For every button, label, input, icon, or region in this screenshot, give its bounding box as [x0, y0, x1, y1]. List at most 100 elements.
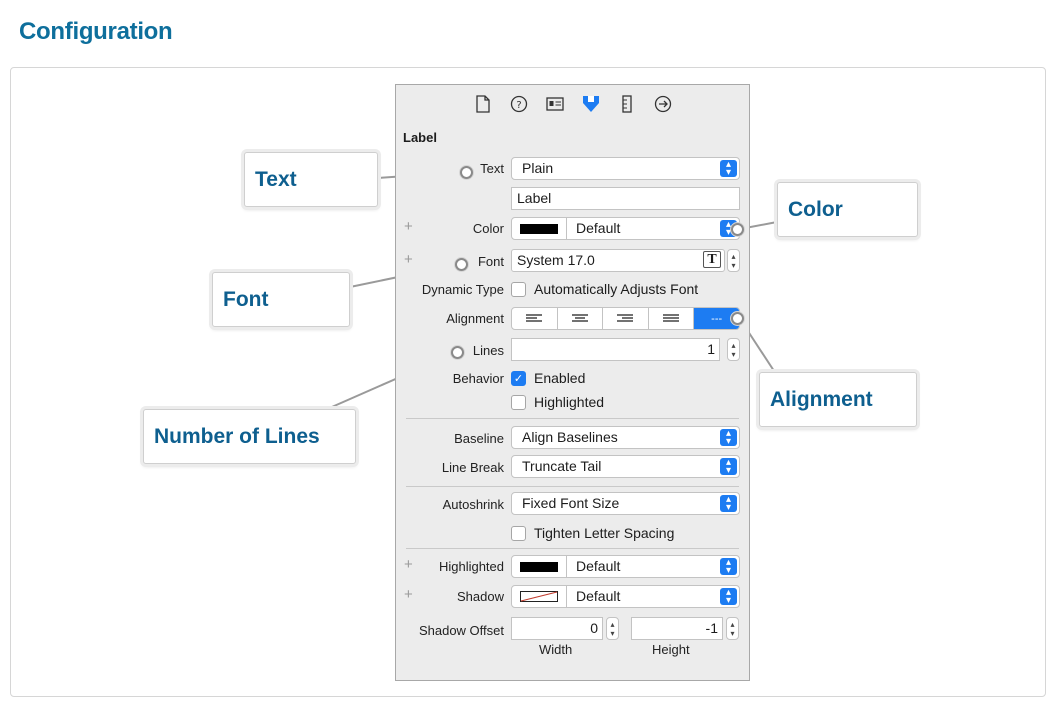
text-content-field[interactable]: Label: [511, 187, 740, 210]
highlighted-color-popup[interactable]: Default ▴ ▾: [511, 555, 740, 578]
inspector-heading: Label: [403, 130, 437, 145]
size-ruler-icon: [621, 95, 632, 113]
font-size-stepper[interactable]: ▴ ▾: [727, 249, 740, 272]
lines-anchor-knob: [451, 346, 464, 359]
align-left-icon: [526, 313, 543, 322]
autoshrink-label: Autoshrink: [442, 497, 504, 512]
tighten-spacing-checkbox[interactable]: [511, 526, 526, 541]
plus-icon[interactable]: +: [404, 556, 413, 573]
auto-adjust-font-label: Automatically Adjusts Font: [534, 281, 699, 297]
chevron-updown-icon: ▴ ▾: [720, 588, 737, 606]
align-right-icon: [617, 313, 634, 322]
width-caption: Width: [539, 642, 573, 657]
chevron-updown-icon: ▴ ▾: [720, 458, 737, 476]
highlighted-color-value: Default: [576, 558, 621, 574]
plus-icon[interactable]: +: [404, 586, 413, 603]
line-break-popup[interactable]: Truncate Tail ▴ ▾: [511, 455, 740, 478]
height-caption: Height: [652, 642, 690, 657]
chevron-updown-icon: ▴ ▾: [720, 429, 737, 447]
alignment-segmented-control: ---: [511, 307, 740, 330]
plus-icon[interactable]: +: [404, 218, 413, 235]
text-label: Text: [480, 161, 504, 176]
callout-text: Text: [244, 152, 378, 207]
enabled-checkbox[interactable]: ✓: [511, 371, 526, 386]
clear-color-swatch-icon: [520, 591, 558, 602]
svg-text:?: ?: [516, 100, 521, 111]
color-value: Default: [576, 220, 621, 236]
callout-alignment: Alignment: [759, 372, 917, 427]
align-center-segment[interactable]: [558, 308, 604, 329]
shadow-label: Shadow: [457, 589, 504, 604]
shadow-offset-label: Shadow Offset: [418, 623, 504, 638]
font-field[interactable]: System 17.0 T: [511, 249, 725, 272]
tab-file-inspector[interactable]: [471, 92, 495, 116]
callout-font: Font: [212, 272, 350, 327]
chevron-updown-icon: ▴ ▾: [720, 558, 737, 576]
dynamic-type-label: Dynamic Type: [421, 282, 504, 297]
tab-attributes-inspector[interactable]: [579, 92, 603, 116]
attributes-icon: [582, 96, 599, 112]
connections-icon: [654, 95, 671, 113]
align-justified-icon: [663, 313, 680, 322]
lines-stepper[interactable]: ▴ ▾: [727, 338, 740, 361]
chevron-updown-icon: ▴ ▾: [720, 160, 737, 178]
alignment-label: Alignment: [446, 311, 504, 326]
align-left-segment[interactable]: [512, 308, 558, 329]
page-title: Configuration: [19, 18, 173, 45]
color-popup[interactable]: Default ▴ ▾: [511, 217, 740, 240]
alignment-anchor-knob: [731, 312, 744, 325]
highlighted-color-label: Highlighted: [438, 559, 504, 574]
shadow-height-field[interactable]: -1: [631, 617, 723, 640]
font-value: System 17.0: [517, 252, 595, 268]
identity-icon: [545, 97, 564, 111]
text-type-popup[interactable]: Plain ▴ ▾: [511, 157, 740, 180]
highlighted-checkbox[interactable]: [511, 395, 526, 410]
color-label: Color: [472, 221, 504, 236]
align-right-segment[interactable]: [603, 308, 649, 329]
divider: [406, 548, 739, 549]
color-anchor-knob: [731, 223, 744, 236]
autoshrink-value: Fixed Font Size: [522, 495, 620, 511]
file-icon: [475, 95, 490, 113]
autoshrink-popup[interactable]: Fixed Font Size ▴ ▾: [511, 492, 740, 515]
tighten-spacing-label: Tighten Letter Spacing: [534, 525, 675, 541]
line-break-value: Truncate Tail: [522, 458, 602, 474]
shadow-color-value: Default: [576, 588, 621, 604]
baseline-label: Baseline: [454, 431, 504, 446]
font-picker-icon[interactable]: T: [703, 251, 721, 268]
highlighted-label: Highlighted: [534, 394, 605, 410]
chevron-updown-icon: ▴ ▾: [720, 495, 737, 513]
lines-field[interactable]: 1: [511, 338, 720, 361]
help-icon: ?: [510, 95, 527, 113]
auto-adjust-font-checkbox[interactable]: [511, 282, 526, 297]
divider: [406, 418, 739, 419]
align-justified-segment[interactable]: [649, 308, 695, 329]
tab-connections-inspector[interactable]: [651, 92, 675, 116]
shadow-color-popup[interactable]: Default ▴ ▾: [511, 585, 740, 608]
color-swatch: [512, 218, 567, 239]
highlighted-swatch: [512, 556, 567, 577]
behavior-label: Behavior: [452, 371, 504, 386]
shadow-swatch: [512, 586, 567, 607]
font-anchor-knob: [455, 258, 468, 271]
attributes-inspector: ? Label Text Plain ▴ ▾ Label + Color Defa…: [395, 84, 750, 681]
baseline-popup[interactable]: Align Baselines ▴ ▾: [511, 426, 740, 449]
shadow-width-stepper[interactable]: ▴ ▾: [606, 617, 619, 640]
shadow-width-field[interactable]: 0: [511, 617, 603, 640]
divider: [406, 486, 739, 487]
plus-icon[interactable]: +: [404, 251, 413, 268]
callout-number-of-lines: Number of Lines: [143, 409, 356, 464]
font-label: Font: [477, 254, 504, 269]
lines-label: Lines: [472, 343, 504, 358]
tab-identity-inspector[interactable]: [543, 92, 567, 116]
tab-quick-help[interactable]: ?: [507, 92, 531, 116]
align-center-icon: [571, 313, 588, 322]
shadow-height-stepper[interactable]: ▴ ▾: [726, 617, 739, 640]
enabled-label: Enabled: [534, 370, 586, 386]
baseline-value: Align Baselines: [522, 429, 618, 445]
text-type-value: Plain: [522, 160, 554, 176]
tab-size-inspector[interactable]: [615, 92, 639, 116]
line-break-label: Line Break: [441, 460, 504, 475]
callout-color: Color: [777, 182, 918, 237]
text-anchor-knob: [460, 166, 473, 179]
